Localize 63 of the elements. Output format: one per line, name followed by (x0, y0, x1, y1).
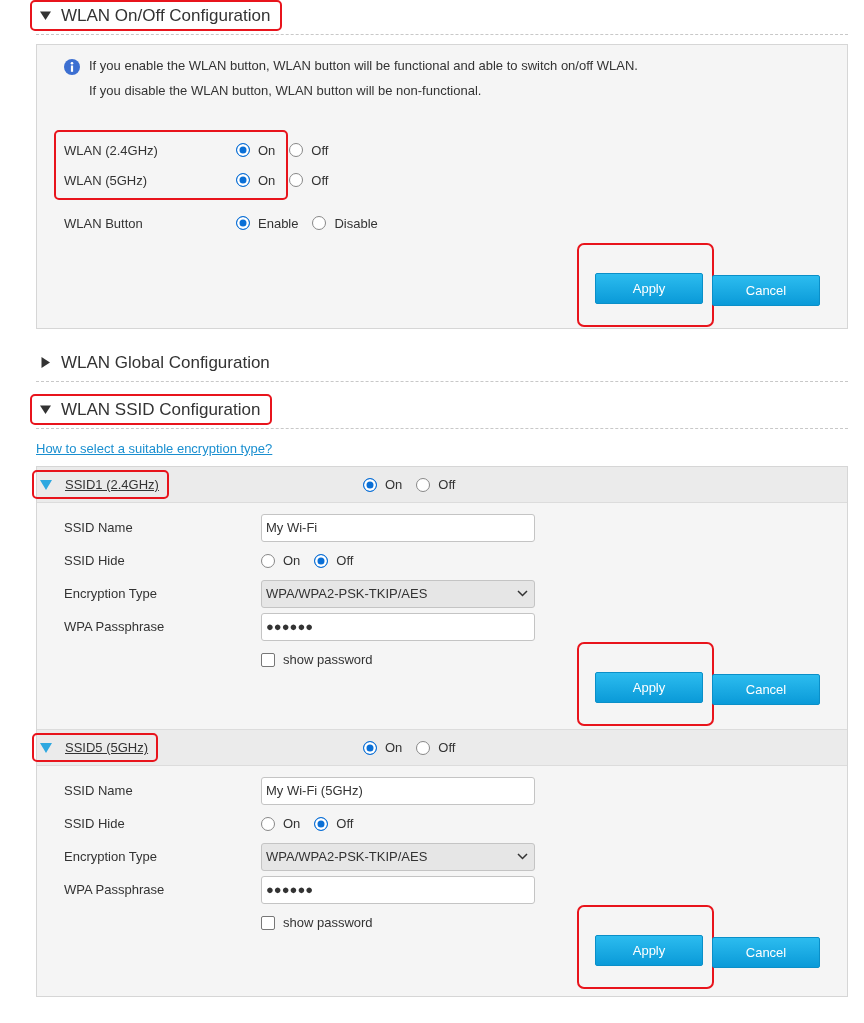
radio-label[interactable]: On (258, 142, 276, 158)
radio-button[interactable] (416, 477, 431, 492)
radio-button[interactable] (363, 477, 377, 492)
down-triangle-icon[interactable] (40, 10, 51, 21)
section-title[interactable]: WLAN On/Off Configuration (61, 5, 271, 26)
radio-button[interactable] (236, 143, 250, 157)
radio-button[interactable] (261, 816, 275, 831)
field-label: Encryption Type (64, 849, 158, 864)
section-title[interactable]: WLAN SSID Configuration (61, 399, 261, 420)
dropdown[interactable]: WPA/WPA2-PSK-TKIP/AES (261, 842, 535, 871)
radio-label[interactable]: Off (336, 816, 354, 831)
radio-button[interactable] (236, 216, 250, 230)
text-field[interactable]: My Wi-Fi (5GHz) (261, 776, 535, 805)
info-text: If you disable the WLAN button, WLAN button will be non-functional. (89, 82, 483, 100)
info-text: If you enable the WLAN button, WLAN button will be functional and able to switch on/off WLAN. (89, 57, 638, 75)
field-label: WPA Passphrase (64, 619, 166, 634)
dropdown[interactable]: WPA/WPA2-PSK-TKIP/AES (261, 579, 535, 608)
info-icon (64, 59, 80, 75)
help-link[interactable]: How to select a suitable encryption type? (36, 441, 273, 456)
chevron-down-icon[interactable] (517, 590, 528, 597)
radio-button[interactable] (314, 553, 329, 568)
radio-label[interactable]: On (283, 553, 301, 568)
radio-label[interactable]: On (258, 172, 276, 188)
radio-label[interactable]: On (385, 477, 403, 492)
field-label: WLAN (5GHz) (64, 172, 149, 188)
radio-label[interactable]: Off (311, 142, 329, 158)
section-title[interactable]: WLAN Global Configuration (61, 352, 270, 373)
field-label: WLAN Button (64, 215, 144, 231)
checkbox-label[interactable]: show password (283, 915, 373, 930)
field-label: SSID Hide (64, 816, 126, 831)
radio-button[interactable] (289, 173, 304, 187)
field-label: SSID Hide (64, 553, 126, 568)
field-label: Encryption Type (64, 586, 158, 601)
radio-button[interactable] (314, 816, 329, 831)
radio-button[interactable] (236, 173, 250, 187)
field-label: SSID Name (64, 520, 134, 535)
field-label: WLAN (2.4GHz) (64, 142, 159, 158)
right-triangle-icon[interactable] (40, 357, 51, 368)
radio-button[interactable] (289, 143, 304, 157)
radio-label[interactable]: Disable (334, 215, 378, 231)
ssid-link[interactable]: SSID1 (2.4GHz) (65, 477, 159, 492)
checkbox[interactable] (261, 652, 275, 667)
radio-label[interactable]: Off (438, 477, 456, 492)
radio-label[interactable]: On (283, 816, 301, 831)
text-field[interactable]: My Wi-Fi (261, 513, 535, 542)
radio-button[interactable] (312, 216, 327, 230)
radio-label[interactable]: Off (311, 172, 329, 188)
field-label: SSID Name (64, 783, 134, 798)
radio-button[interactable] (261, 553, 275, 568)
radio-label[interactable]: On (385, 740, 403, 755)
checkbox-label[interactable]: show password (283, 652, 373, 667)
radio-label[interactable]: Off (438, 740, 456, 755)
password-field[interactable]: ●●●●●● (261, 875, 535, 904)
radio-button[interactable] (416, 740, 431, 755)
checkbox[interactable] (261, 915, 275, 930)
radio-button[interactable] (363, 740, 377, 755)
chevron-down-icon[interactable] (517, 853, 528, 860)
field-label: WPA Passphrase (64, 882, 166, 897)
ssid-link[interactable]: SSID5 (5GHz) (65, 740, 149, 755)
radio-label[interactable]: Off (336, 553, 354, 568)
down-triangle-icon[interactable] (40, 404, 51, 415)
radio-label[interactable]: Enable (258, 215, 299, 231)
password-field[interactable]: ●●●●●● (261, 612, 535, 641)
